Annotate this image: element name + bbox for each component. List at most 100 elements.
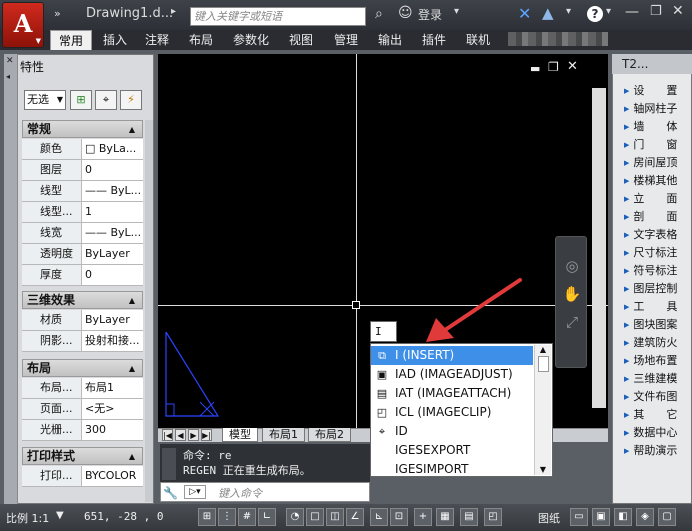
- toggle-pickadd-icon[interactable]: ⊞: [70, 90, 92, 110]
- tool-item[interactable]: 文件布图: [624, 388, 692, 406]
- section-plot-style[interactable]: 打印样式 ▲: [22, 447, 143, 465]
- tool-item[interactable]: 工 具: [624, 298, 692, 316]
- wrench-icon[interactable]: 🔧: [163, 486, 178, 500]
- tab-manage[interactable]: 管理: [326, 30, 366, 50]
- annotation-scale[interactable]: 比例 1:1: [6, 510, 49, 526]
- autocomplete-item-imageattach[interactable]: ▤ IAT (IMAGEATTACH): [371, 384, 533, 403]
- selection-cycling-icon[interactable]: ◰: [484, 508, 502, 526]
- quick-access-more-icon[interactable]: »: [54, 7, 61, 20]
- autocomplete-item-insert[interactable]: ⧉ I (INSERT): [371, 346, 533, 365]
- tool-item[interactable]: 符号标注: [624, 262, 692, 280]
- autocomplete-item-id[interactable]: ⌖ ID: [371, 422, 533, 441]
- dynamic-input-icon[interactable]: ⊡: [390, 508, 408, 526]
- lock-icon[interactable]: ◧: [614, 508, 632, 526]
- tab-home[interactable]: 常用: [50, 30, 92, 50]
- tool-item[interactable]: 设 置: [624, 82, 692, 100]
- scroll-down-icon[interactable]: ▼: [535, 465, 551, 474]
- next-tab-arrow-icon[interactable]: ▶: [188, 429, 199, 441]
- autocomplete-scrollbar[interactable]: ▲ ▼: [534, 345, 551, 475]
- autocomplete-item-igesexport[interactable]: IGESEXPORT: [371, 441, 533, 460]
- help-icon[interactable]: ?: [587, 6, 603, 22]
- tool-item[interactable]: 门 窗: [624, 136, 692, 154]
- polar-tracking-icon[interactable]: ◔: [286, 508, 304, 526]
- viewport-close-icon[interactable]: ✕: [567, 59, 578, 74]
- tool-item[interactable]: 数据中心: [624, 424, 692, 442]
- tool-item[interactable]: 墙 体: [624, 118, 692, 136]
- minimize-icon[interactable]: —: [625, 4, 639, 20]
- ortho-mode-icon[interactable]: ∟: [258, 508, 276, 526]
- tool-item[interactable]: 楼梯其他: [624, 172, 692, 190]
- application-menu-button[interactable]: A ▼: [2, 2, 44, 48]
- quick-select-icon[interactable]: ⚡: [120, 90, 142, 110]
- infer-constraints-icon[interactable]: ⊞: [198, 508, 216, 526]
- last-tab-arrow-icon[interactable]: ▶|: [201, 429, 212, 441]
- tool-item[interactable]: 轴网柱子: [624, 100, 692, 118]
- tool-item[interactable]: 文字表格: [624, 226, 692, 244]
- close-icon[interactable]: ✕: [672, 3, 684, 19]
- transparency-icon[interactable]: ▦: [436, 508, 454, 526]
- scroll-thumb[interactable]: [537, 356, 549, 372]
- tab-parametric[interactable]: 参数化: [224, 30, 278, 50]
- tool-item[interactable]: 图层控制: [624, 280, 692, 298]
- object-snap-icon[interactable]: □: [306, 508, 324, 526]
- quick-view-layouts-icon[interactable]: ▭: [570, 508, 588, 526]
- tab-layout[interactable]: 布局: [182, 30, 220, 50]
- palette-scrollbar[interactable]: [145, 120, 153, 502]
- tab-layout2[interactable]: 布局2: [308, 428, 351, 442]
- command-window-grip[interactable]: [162, 448, 176, 480]
- tool-palette-title[interactable]: T2...: [612, 54, 692, 74]
- tab-output[interactable]: 输出: [370, 30, 410, 50]
- lineweight-icon[interactable]: +: [414, 508, 432, 526]
- login-link[interactable]: 登录: [418, 6, 442, 23]
- user-icon[interactable]: ☺: [398, 5, 413, 21]
- otrack-icon[interactable]: ∠: [346, 508, 364, 526]
- dynamic-ucs-icon[interactable]: ⊾: [370, 508, 388, 526]
- tab-insert[interactable]: 插入: [96, 30, 134, 50]
- tool-item[interactable]: 建筑防火: [624, 334, 692, 352]
- tool-item[interactable]: 尺寸标注: [624, 244, 692, 262]
- tool-item[interactable]: 图块图案: [624, 316, 692, 334]
- restore-icon[interactable]: ❐: [650, 4, 662, 19]
- snap-mode-icon[interactable]: ⋮: [218, 508, 236, 526]
- pan-hand-icon[interactable]: ✋: [556, 285, 588, 303]
- viewport-minimize-icon[interactable]: ▬: [530, 62, 540, 75]
- tool-item[interactable]: 房间屋顶: [624, 154, 692, 172]
- properties-title-strip[interactable]: [4, 54, 18, 504]
- tab-model[interactable]: 模型: [222, 428, 258, 442]
- quick-view-drawings-icon[interactable]: ▣: [592, 508, 610, 526]
- paper-model-toggle[interactable]: 图纸: [538, 510, 560, 526]
- command-prompt-icon[interactable]: ▷▾: [184, 485, 206, 499]
- section-layout[interactable]: 布局 ▲: [22, 359, 143, 377]
- tab-layout1[interactable]: 布局1: [262, 428, 305, 442]
- tab-view[interactable]: 视图: [282, 30, 320, 50]
- command-input[interactable]: 键入命令: [218, 485, 262, 501]
- dropdown-icon[interactable]: ▾: [566, 6, 571, 17]
- close-icon[interactable]: ✕: [6, 56, 14, 66]
- search-input[interactable]: 键入关键字或短语: [190, 7, 366, 26]
- autohide-icon[interactable]: ◂: [6, 72, 10, 81]
- steering-wheel-icon[interactable]: ◎: [556, 257, 588, 275]
- tab-plugins[interactable]: 插件: [414, 30, 454, 50]
- tool-item[interactable]: 其 它: [624, 406, 692, 424]
- title-more-icon[interactable]: ▸: [171, 6, 176, 17]
- tab-online[interactable]: 联机: [458, 30, 498, 50]
- tab-annotate[interactable]: 注释: [138, 30, 176, 50]
- quick-properties-icon[interactable]: ▤: [460, 508, 478, 526]
- section-general[interactable]: 常规 ▲: [22, 120, 143, 138]
- dynamic-input-field[interactable]: I: [370, 321, 397, 342]
- tool-item[interactable]: 三维建模: [624, 370, 692, 388]
- autocomplete-item-imageclip[interactable]: ◰ ICL (IMAGECLIP): [371, 403, 533, 422]
- tool-item[interactable]: 剖 面: [624, 208, 692, 226]
- binoculars-icon[interactable]: ⌕: [375, 6, 383, 22]
- dropdown-icon[interactable]: ▼: [56, 510, 64, 521]
- exchange-icon[interactable]: ✕: [518, 4, 531, 23]
- tool-item[interactable]: 场地布置: [624, 352, 692, 370]
- section-3d-effects[interactable]: 三维效果 ▲: [22, 291, 143, 309]
- hardware-acceleration-icon[interactable]: ◈: [636, 508, 654, 526]
- select-objects-icon[interactable]: ⌖: [95, 90, 117, 110]
- autocomplete-item-igesimport[interactable]: IGESIMPORT: [371, 460, 533, 479]
- canvas-scrollbar[interactable]: [592, 88, 606, 408]
- viewport-restore-icon[interactable]: ❐: [548, 60, 559, 74]
- prev-tab-arrow-icon[interactable]: ◀: [175, 429, 186, 441]
- dropdown-icon[interactable]: ▾: [454, 6, 459, 17]
